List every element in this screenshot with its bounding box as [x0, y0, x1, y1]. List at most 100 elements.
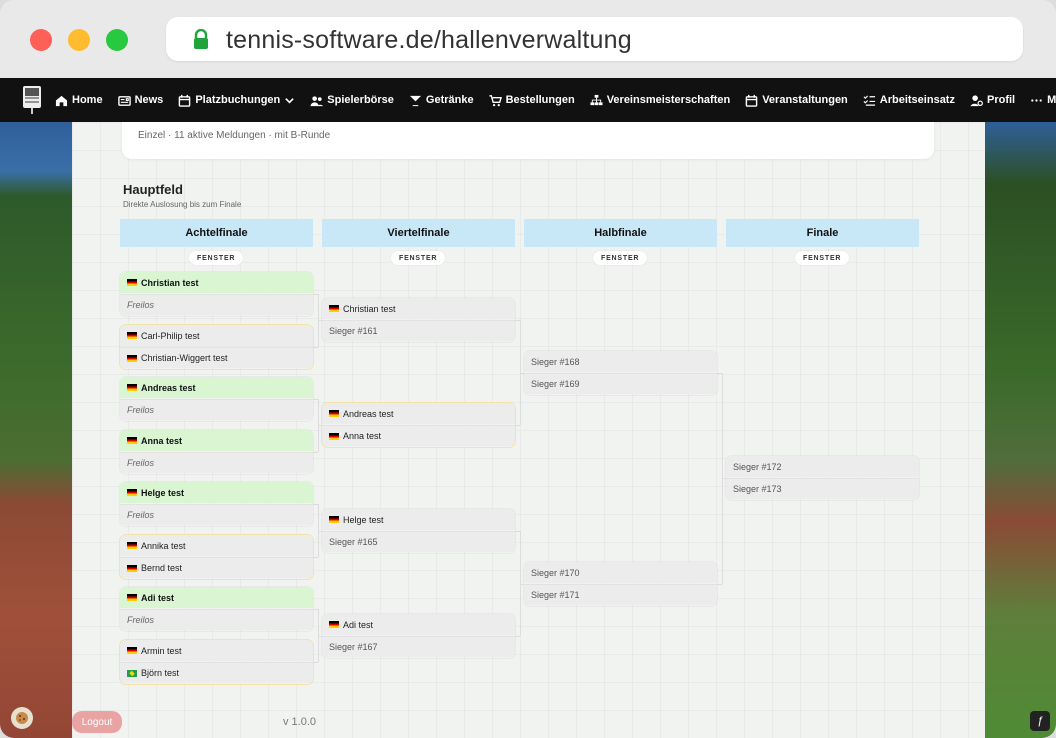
url-text: tennis-software.de/hallenverwaltung: [226, 26, 632, 54]
player-name: Helge test: [141, 487, 185, 498]
flag-germany-icon: [127, 594, 137, 601]
player-name: Adi test: [141, 592, 175, 603]
match-card[interactable]: Christian test Sieger #161: [322, 298, 515, 342]
calendar-icon: [745, 94, 758, 107]
match-card[interactable]: Helge test Freilos: [120, 482, 313, 526]
bracket-slot[interactable]: Christian test: [322, 298, 515, 319]
match-card[interactable]: Sieger #172 Sieger #173: [726, 456, 919, 500]
bracket-slot[interactable]: Christian-Wiggert test: [120, 347, 313, 368]
address-bar[interactable]: tennis-software.de/hallenverwaltung: [166, 17, 1023, 61]
bracket-slot[interactable]: Sieger #171: [524, 584, 717, 605]
match-card[interactable]: Helge test Sieger #165: [322, 509, 515, 553]
round-window-badge[interactable]: FENSTER: [795, 251, 850, 265]
section-title: Hauptfeld: [123, 182, 183, 197]
match-card[interactable]: Andreas test Freilos: [120, 377, 313, 421]
nav-item-arbeitseinsatz[interactable]: Arbeitseinsatz: [863, 94, 955, 107]
bracket-slot[interactable]: Christian test: [120, 272, 313, 293]
bracket-slot[interactable]: Freilos: [120, 399, 313, 420]
nav-item-mehr[interactable]: Mehr: [1030, 94, 1056, 107]
nav-item-home[interactable]: Home: [55, 94, 103, 107]
player-name: Sieger #170: [531, 567, 580, 578]
bracket-slot[interactable]: Sieger #165: [322, 531, 515, 552]
symfony-toolbar-icon[interactable]: ƒ: [1030, 711, 1050, 731]
player-name: Andreas test: [141, 382, 196, 393]
bracket-slot[interactable]: Sieger #172: [726, 456, 919, 477]
bracket-slot[interactable]: Freilos: [120, 294, 313, 315]
bracket-slot[interactable]: Sieger #173: [726, 478, 919, 499]
logout-button[interactable]: Logout: [72, 711, 122, 733]
bracket-connector: [520, 373, 524, 375]
cart-icon: [489, 94, 502, 106]
minimize-window-button[interactable]: [68, 29, 90, 51]
match-card[interactable]: Adi test Freilos: [120, 587, 313, 631]
bracket-slot[interactable]: Freilos: [120, 504, 313, 525]
bracket-slot[interactable]: Helge test: [120, 482, 313, 503]
round-window-badge[interactable]: FENSTER: [593, 251, 648, 265]
match-card[interactable]: Carl-Philip test Christian-Wiggert test: [120, 325, 313, 369]
users-icon: [310, 95, 324, 106]
match-card[interactable]: Sieger #168 Sieger #169: [524, 351, 717, 395]
nav-item-label: Bestellungen: [505, 94, 575, 106]
nav-item-label: Getränke: [425, 94, 474, 106]
bracket-slot[interactable]: Adi test: [322, 614, 515, 635]
nav-item-spielerbörse[interactable]: Spielerbörse: [310, 94, 394, 107]
player-name: Björn test: [141, 668, 180, 678]
nav-item-platzbuchungen[interactable]: Platzbuchungen: [178, 94, 295, 107]
bracket-slot[interactable]: Andreas test: [120, 377, 313, 398]
bracket-connector: [722, 478, 726, 480]
nav-item-label: Mehr: [1047, 94, 1056, 106]
flag-germany-icon: [329, 621, 339, 628]
bracket-slot[interactable]: Armin test: [120, 640, 313, 661]
bracket-slot[interactable]: Annika test: [120, 535, 313, 556]
bracket-slot[interactable]: Sieger #168: [524, 351, 717, 372]
player-name: Bernd test: [141, 563, 183, 573]
bracket-slot[interactable]: Adi test: [120, 587, 313, 608]
bracket-slot[interactable]: Helge test: [322, 509, 515, 530]
cookie-settings-button[interactable]: [11, 707, 33, 729]
player-name: Sieger #165: [329, 537, 378, 547]
background-photo-right: [985, 122, 1056, 738]
maximize-window-button[interactable]: [106, 29, 128, 51]
bracket-slot[interactable]: Bernd test: [120, 557, 313, 578]
bracket-slot[interactable]: Sieger #169: [524, 373, 717, 394]
player-name: Sieger #173: [733, 484, 782, 494]
bracket-slot[interactable]: Freilos: [120, 609, 313, 630]
bracket-slot[interactable]: Carl-Philip test: [120, 325, 313, 346]
nav-item-news[interactable]: News: [117, 94, 163, 107]
club-logo-icon[interactable]: [22, 84, 42, 116]
bracket-slot[interactable]: Anna test: [322, 425, 515, 446]
bracket-slot[interactable]: Andreas test: [322, 403, 515, 424]
bracket-slot[interactable]: Freilos: [120, 452, 313, 473]
round-window-badge[interactable]: FENSTER: [391, 251, 446, 265]
round-window-badge[interactable]: FENSTER: [189, 251, 244, 265]
bracket-slot[interactable]: Björn test: [120, 662, 313, 683]
nav-item-getränke[interactable]: Getränke: [409, 94, 474, 107]
nav-item-label: Platzbuchungen: [195, 94, 281, 106]
player-name: Annika test: [141, 540, 186, 551]
close-window-button[interactable]: [30, 29, 52, 51]
match-card[interactable]: Armin test Björn test: [120, 640, 313, 684]
main-navbar: Home News Platzbuchungen Spielerbörse Geträn…: [0, 78, 1056, 122]
nav-item-profil[interactable]: Profil: [970, 94, 1015, 107]
bracket-slot[interactable]: Sieger #170: [524, 562, 717, 583]
competition-info-text: Einzel · 11 aktive Meldungen · mit B-Run…: [138, 130, 331, 141]
cocktail-icon: [409, 95, 421, 106]
nav-item-veranstaltungen[interactable]: Veranstaltungen: [745, 94, 848, 107]
match-card[interactable]: Anna test Freilos: [120, 430, 313, 474]
bracket-slot[interactable]: Sieger #161: [322, 320, 515, 341]
nav-item-bestellungen[interactable]: Bestellungen: [489, 94, 575, 107]
bracket-slot[interactable]: Anna test: [120, 430, 313, 451]
bracket-slot[interactable]: Sieger #167: [322, 636, 515, 657]
match-card[interactable]: Sieger #170 Sieger #171: [524, 562, 717, 606]
content-area: Einzel · 11 aktive Meldungen · mit B-Run…: [0, 122, 1056, 738]
match-card[interactable]: Christian test Freilos: [120, 272, 313, 316]
bracket-connector: [318, 531, 322, 533]
calendar-icon: [179, 94, 191, 107]
match-card[interactable]: Andreas test Anna test: [322, 403, 515, 447]
match-card[interactable]: Adi test Sieger #167: [322, 614, 515, 658]
nav-item-label: Home: [72, 94, 103, 106]
bracket-connector: [313, 557, 318, 559]
nav-item-vereinsmeisterschaften[interactable]: Vereinsmeisterschaften: [590, 94, 730, 107]
match-card[interactable]: Annika test Bernd test: [120, 535, 313, 579]
nav-item-label: Veranstaltungen: [762, 94, 848, 106]
